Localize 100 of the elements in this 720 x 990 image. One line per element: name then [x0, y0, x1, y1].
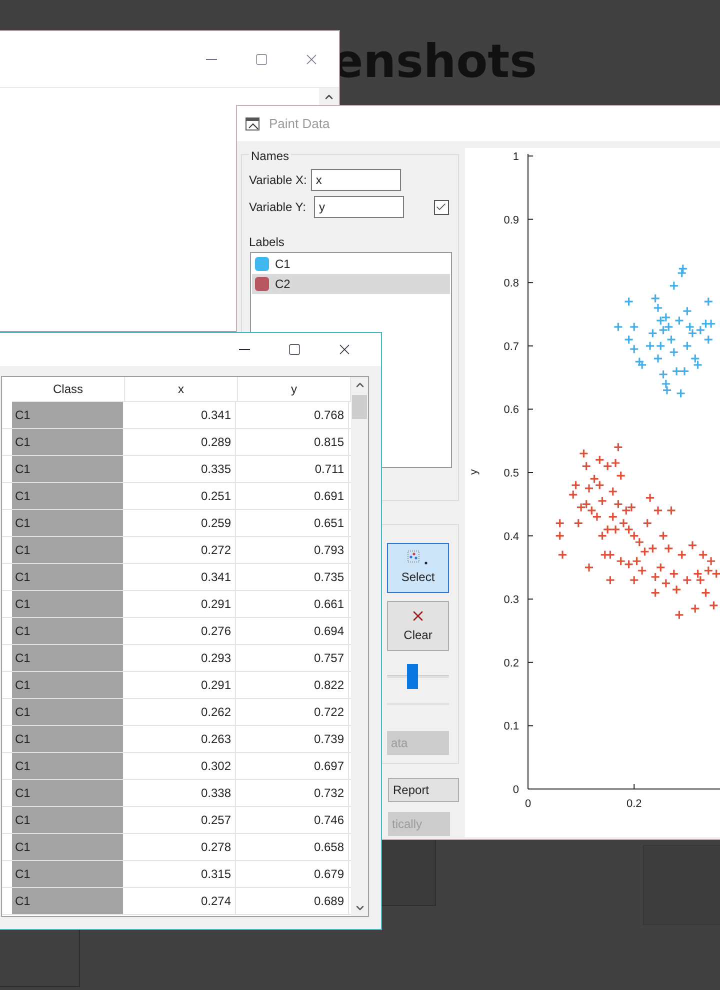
table-cell: C1 — [12, 699, 123, 725]
scatter-point — [590, 474, 600, 484]
scatter-point — [624, 334, 634, 344]
scatter-point — [650, 294, 660, 304]
scrollbar[interactable] — [319, 88, 339, 105]
scatter-point — [669, 280, 679, 291]
table-cell: 0.289 — [123, 429, 236, 455]
table-cell: 0.735 — [236, 564, 349, 590]
scatter-point — [597, 531, 608, 541]
scatter-point — [568, 490, 578, 500]
scatter-point — [616, 556, 626, 566]
scatter-point — [640, 546, 650, 556]
scatter-point — [645, 493, 655, 503]
table-cell: 0.291 — [123, 672, 236, 698]
column-header[interactable]: x — [125, 377, 238, 402]
table-cell: 0.315 — [123, 861, 236, 887]
scatter-point — [578, 448, 588, 458]
scatter-point — [653, 303, 663, 313]
minimize-icon — [206, 59, 216, 60]
table-cell: 0.661 — [236, 591, 349, 617]
scatter-point — [677, 268, 687, 278]
scatter-point — [594, 480, 604, 490]
table-cell: 0.722 — [236, 699, 349, 725]
scatter-point — [661, 379, 671, 389]
scatter-point — [605, 550, 616, 560]
scatter-point — [674, 316, 684, 326]
scatter-point — [653, 354, 663, 364]
label-item[interactable]: C1 — [252, 254, 450, 274]
scatter-point — [584, 484, 594, 494]
scatter-point — [613, 442, 623, 452]
maximize-icon — [288, 343, 300, 356]
variable-x-field[interactable]: x — [310, 169, 401, 191]
table-cell: C1 — [12, 537, 123, 563]
scatter-point — [602, 461, 612, 471]
scatter-point — [626, 502, 636, 512]
table-cell: C1 — [12, 834, 123, 860]
scatter-point — [637, 566, 647, 576]
scatter-point — [584, 562, 594, 572]
scatter-point — [692, 360, 703, 370]
scrollbar-thumb[interactable] — [352, 395, 367, 419]
table-cell: 0.651 — [236, 510, 349, 536]
scatter-point — [672, 366, 682, 376]
table-cell: 0.257 — [123, 807, 236, 833]
scatter-point — [616, 470, 626, 480]
table-cell: 0.689 — [236, 888, 349, 914]
table-cell: 0.259 — [123, 510, 236, 536]
scatter-point — [706, 556, 716, 566]
scatter-point — [624, 524, 634, 534]
scatter-point — [704, 296, 714, 306]
variable-y-field[interactable]: y — [314, 196, 404, 218]
scatter-point — [656, 562, 666, 572]
table-cell: 0.679 — [236, 861, 349, 887]
scatter-point — [597, 496, 608, 506]
minimize-icon — [238, 349, 250, 350]
scatter-point — [656, 316, 666, 326]
scatter-point — [555, 531, 565, 541]
table-cell: 0.302 — [123, 753, 236, 779]
scatter-point — [696, 575, 706, 585]
axis-label: y — [468, 469, 480, 475]
scatter-point — [669, 568, 679, 579]
table-cell: C1 — [12, 591, 123, 617]
label-item[interactable]: C2 — [252, 274, 450, 294]
scrollbar[interactable] — [351, 377, 368, 916]
scatter-point — [669, 347, 679, 358]
tick-label: 0.9 — [504, 214, 519, 226]
scatter-point — [678, 264, 688, 274]
table-cell: C1 — [12, 456, 123, 482]
scatter-point — [662, 385, 672, 395]
scatter-point — [648, 328, 658, 338]
scatter-point — [708, 600, 718, 610]
table-cell: 0.251 — [123, 483, 236, 509]
table-cell: C1 — [12, 645, 123, 671]
table-cell: C1 — [12, 510, 123, 536]
scatter-point — [676, 388, 686, 398]
table-cell: C1 — [12, 780, 123, 806]
scatter-point — [592, 512, 602, 522]
tick-label: 0.4 — [504, 530, 519, 543]
scatter-point — [574, 518, 584, 528]
table-cell: 0.822 — [236, 672, 349, 698]
table-cell: 0.263 — [123, 726, 236, 752]
checkbox[interactable] — [434, 200, 449, 214]
field-label: Variable Y: — [249, 199, 306, 216]
slider-thumb[interactable] — [406, 664, 418, 688]
table-cell: C1 — [12, 564, 123, 590]
scatter-point — [645, 341, 655, 351]
scatter-point — [610, 458, 620, 468]
scatter-point — [680, 366, 690, 376]
table-cell: 0.341 — [123, 564, 236, 590]
table-cell: 0.691 — [236, 483, 349, 509]
table-cell: 0.658 — [236, 834, 349, 860]
scatter-point — [613, 499, 623, 509]
tool-button[interactable]: Select — [387, 543, 449, 593]
scatter-point — [629, 322, 639, 332]
scatter-point — [608, 486, 618, 496]
scatter-point — [632, 556, 642, 566]
report-button[interactable]: Report — [388, 778, 459, 802]
tool-button[interactable]: Clear — [387, 601, 449, 651]
scatter-point — [690, 354, 700, 364]
app-icon — [245, 116, 261, 132]
scatter-point — [672, 584, 682, 594]
